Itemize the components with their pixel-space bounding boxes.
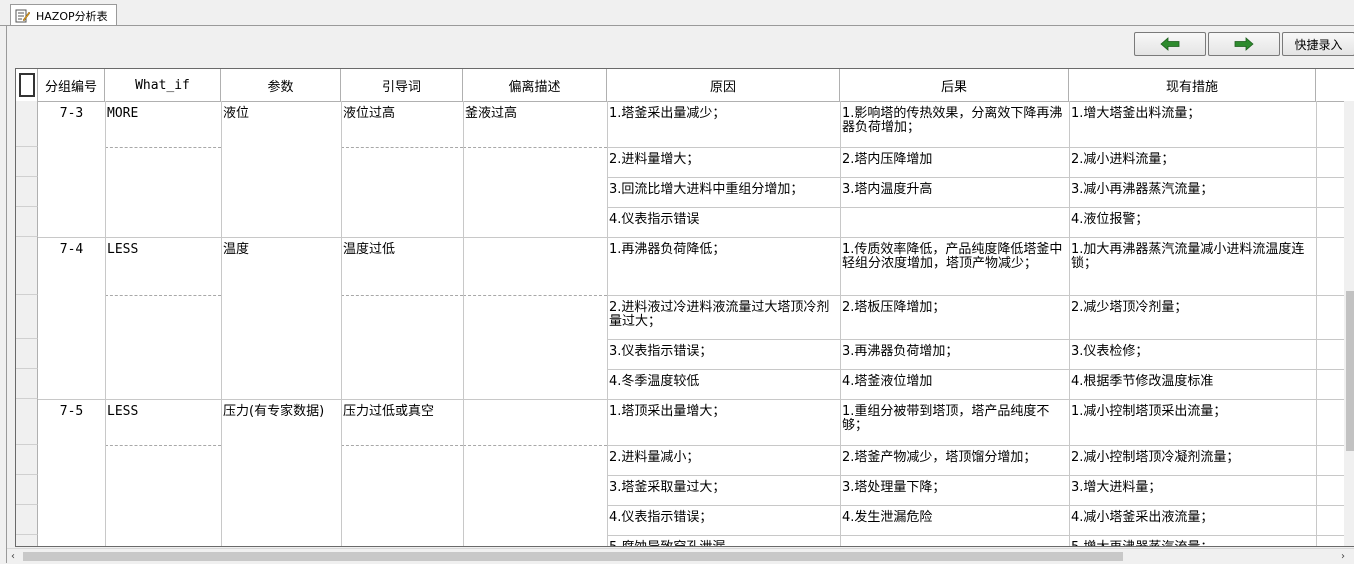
- row-selector[interactable]: [16, 295, 38, 339]
- measure-cell[interactable]: 4.液位报警；: [1069, 207, 1316, 237]
- consequence-cell[interactable]: 2.塔内压降增加: [840, 147, 1069, 177]
- group-code-cell[interactable]: 7-5: [38, 399, 105, 546]
- group-code-cell[interactable]: 7-3: [38, 101, 105, 237]
- row-selector[interactable]: [16, 445, 38, 475]
- cause-cell[interactable]: 2.进料量减小；: [607, 445, 840, 475]
- parameter-cell[interactable]: 液位: [221, 101, 341, 237]
- measure-cell[interactable]: 2.减小控制塔顶冷凝剂流量；: [1069, 445, 1316, 475]
- parameter-cell[interactable]: 温度: [221, 237, 341, 399]
- cause-cell[interactable]: 4.冬季温度较低: [607, 369, 840, 399]
- cause-cell[interactable]: 4.仪表指示错误: [607, 207, 840, 237]
- cause-cell[interactable]: 2.进料量增大；: [607, 147, 840, 177]
- col-cause[interactable]: 原因: [607, 69, 840, 101]
- document-edit-icon: [15, 9, 30, 22]
- consequence-cell[interactable]: [840, 535, 1069, 546]
- measure-cell[interactable]: 2.减小进料流量；: [1069, 147, 1316, 177]
- consequence-cell[interactable]: 3.再沸器负荷增加；: [840, 339, 1069, 369]
- cause-cell[interactable]: 1.塔釜采出量减少；: [607, 101, 840, 147]
- grid-header: 分组编号 What_if 参数 引导词 偏离描述 原因 后果 现有措施: [16, 69, 1354, 102]
- what-if-cell[interactable]: LESS: [105, 237, 221, 295]
- consequence-cell[interactable]: 2.塔板压降增加；: [840, 295, 1069, 339]
- group-code-cell[interactable]: 7-4: [38, 237, 105, 399]
- arrow-right-icon: [1234, 37, 1254, 51]
- cause-cell[interactable]: 4.仪表指示错误；: [607, 505, 840, 535]
- cause-cell[interactable]: 5.腐蚀导致穿孔泄漏: [607, 535, 840, 547]
- tab-hazop[interactable]: HAZOP分析表: [10, 4, 117, 26]
- consequence-cell[interactable]: 4.塔釜液位增加: [840, 369, 1069, 399]
- measure-cell[interactable]: 4.根据季节修改温度标准: [1069, 369, 1316, 399]
- scroll-right-icon[interactable]: ›: [1341, 551, 1345, 562]
- cause-cell[interactable]: 3.仪表指示错误；: [607, 339, 840, 369]
- select-all-cell[interactable]: [16, 69, 38, 101]
- cause-cell[interactable]: 1.塔顶采出量增大；: [607, 399, 840, 445]
- consequence-cell[interactable]: 1.重组分被带到塔顶，塔产品纯度不够；: [840, 399, 1069, 445]
- measure-cell[interactable]: 3.仪表检修；: [1069, 339, 1316, 369]
- col-guide-word[interactable]: 引导词: [341, 69, 463, 101]
- previous-button[interactable]: [1134, 32, 1206, 56]
- toolbar: 快捷录入: [7, 26, 1354, 62]
- col-measures[interactable]: 现有措施: [1069, 69, 1316, 101]
- guide-word-cell[interactable]: 压力过低或真空: [341, 399, 463, 445]
- horizontal-scroll-thumb[interactable]: [23, 552, 1123, 561]
- row-selector[interactable]: [16, 339, 38, 369]
- measure-cell[interactable]: 2.减少塔顶冷剂量；: [1069, 295, 1316, 339]
- deviation-cell[interactable]: 釜液过高: [463, 101, 607, 147]
- tab-strip: HAZOP分析表: [0, 0, 1354, 26]
- quick-entry-button[interactable]: 快捷录入: [1282, 32, 1354, 56]
- col-parameter[interactable]: 参数: [221, 69, 341, 101]
- hazop-grid: 分组编号 What_if 参数 引导词 偏离描述 原因 后果 现有措施 7-3 M…: [15, 68, 1354, 547]
- what-if-cell[interactable]: MORE: [105, 101, 221, 147]
- row-selector[interactable]: [16, 505, 38, 535]
- main-panel: 快捷录入 分组编号 What_if 参数 引导词 偏离描述 原因 后果 现有措施…: [6, 26, 1354, 564]
- col-group-code[interactable]: 分组编号: [38, 69, 105, 101]
- parameter-cell[interactable]: 压力(有专家数据): [221, 399, 341, 546]
- consequence-cell[interactable]: 2.塔釜产物减少，塔顶馏分增加；: [840, 445, 1069, 475]
- row-selector[interactable]: [16, 535, 38, 546]
- measure-cell[interactable]: 3.减小再沸器蒸汽流量；: [1069, 177, 1316, 207]
- cause-cell[interactable]: 3.回流比增大进料中重组分增加；: [607, 177, 840, 207]
- row-selector[interactable]: [16, 207, 38, 237]
- row-selector[interactable]: [16, 147, 38, 177]
- consequence-cell[interactable]: [840, 207, 1069, 237]
- measure-cell[interactable]: 5.增大再沸器蒸汽流量；: [1069, 535, 1316, 547]
- col-consequence[interactable]: 后果: [840, 69, 1069, 101]
- cause-cell[interactable]: 3.塔釜采取量过大；: [607, 475, 840, 505]
- row-selector[interactable]: [16, 101, 38, 147]
- horizontal-scrollbar[interactable]: ‹ ›: [7, 548, 1354, 564]
- measure-cell[interactable]: 1.增大塔釜出料流量；: [1069, 101, 1316, 147]
- cause-cell[interactable]: 1.再沸器负荷降低；: [607, 237, 840, 295]
- next-button[interactable]: [1208, 32, 1280, 56]
- row-selector[interactable]: [16, 399, 38, 445]
- row-selector[interactable]: [16, 237, 38, 295]
- vertical-scrollbar[interactable]: [1344, 101, 1354, 546]
- deviation-cell[interactable]: [463, 237, 607, 295]
- cause-cell[interactable]: 2.进料液过冷进料液流量过大塔顶冷剂量过大；: [607, 295, 840, 339]
- guide-word-cell[interactable]: 温度过低: [341, 237, 463, 295]
- consequence-cell[interactable]: 1.传质效率降低，产品纯度降低塔釜中轻组分浓度增加，塔顶产物减少；: [840, 237, 1069, 295]
- what-if-cell[interactable]: LESS: [105, 399, 221, 445]
- consequence-cell[interactable]: 4.发生泄漏危险: [840, 505, 1069, 535]
- row-selector[interactable]: [16, 369, 38, 399]
- row-selector[interactable]: [16, 475, 38, 505]
- arrow-left-icon: [1160, 37, 1180, 51]
- measure-cell[interactable]: 1.加大再沸器蒸汽流量减小进料流温度连锁；: [1069, 237, 1316, 295]
- scroll-left-icon[interactable]: ‹: [11, 551, 15, 562]
- consequence-cell[interactable]: 1.影响塔的传热效果，分离效下降再沸器负荷增加；: [840, 101, 1069, 147]
- measure-cell[interactable]: 1.减小控制塔顶采出流量；: [1069, 399, 1316, 445]
- row-selector[interactable]: [16, 177, 38, 207]
- measure-cell[interactable]: 4.减小塔釜采出液流量；: [1069, 505, 1316, 535]
- vertical-scroll-thumb[interactable]: [1346, 291, 1354, 451]
- consequence-cell[interactable]: 3.塔处理量下降；: [840, 475, 1069, 505]
- consequence-cell[interactable]: 3.塔内温度升高: [840, 177, 1069, 207]
- tab-label: HAZOP分析表: [36, 9, 108, 23]
- col-what-if[interactable]: What_if: [105, 69, 221, 101]
- col-deviation[interactable]: 偏离描述: [463, 69, 607, 101]
- guide-word-cell[interactable]: 液位过高: [341, 101, 463, 147]
- deviation-cell[interactable]: [463, 399, 607, 445]
- measure-cell[interactable]: 3.增大进料量；: [1069, 475, 1316, 505]
